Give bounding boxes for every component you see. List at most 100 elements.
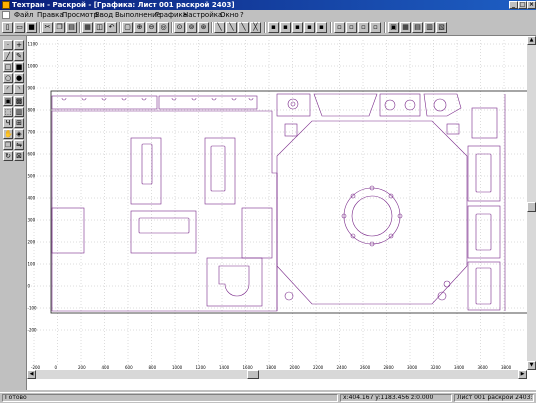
path-tool-1-icon[interactable]: ╲ <box>214 22 225 33</box>
part-tool-3-icon[interactable]: ▪ <box>292 22 303 33</box>
hand-tool-icon[interactable]: ✋ <box>3 129 13 139</box>
y-tick-label: -200 <box>28 328 38 333</box>
paste-icon[interactable]: ▤ <box>66 22 77 33</box>
y-tick-label: 800 <box>28 108 36 113</box>
zoom-window-icon[interactable]: ▢ <box>122 22 133 33</box>
zoom-prev-icon[interactable]: ⊛ <box>198 22 209 33</box>
close-button[interactable]: × <box>527 1 536 9</box>
scroll-up-button[interactable]: ▲ <box>527 36 536 45</box>
tool-layers-icon[interactable]: ▧ <box>436 22 447 33</box>
scroll-right-button[interactable]: ▶ <box>518 370 527 379</box>
zoom-fit-icon[interactable]: ⊙ <box>174 22 185 33</box>
app-icon[interactable] <box>2 1 10 9</box>
scroll-left-button[interactable]: ◀ <box>27 370 36 379</box>
menu-help[interactable]: ? <box>240 11 244 19</box>
move-tool-icon[interactable]: ◈ <box>14 129 24 139</box>
path-tool-4-icon[interactable]: ╳ <box>250 22 261 33</box>
tool-list-icon[interactable]: ▥ <box>424 22 435 33</box>
maximize-button[interactable]: □ <box>518 1 527 9</box>
menu-window[interactable]: Окно <box>220 11 239 19</box>
zoom-out-icon[interactable]: ⊖ <box>146 22 157 33</box>
array-tool-icon[interactable]: ⊠ <box>14 151 24 161</box>
main-toolbar: ▯ ▭ ■ ✂ ❐ ▤ ▦ ◫ ↶ ▢ ⊕ ⊖ ◎ ⊙ ⊚ ⊛ ╲ ╲ ╲ ╳ … <box>0 20 536 36</box>
part-flange-1 <box>276 93 311 117</box>
preview-icon[interactable]: ◫ <box>94 22 105 33</box>
part-tool-4-icon[interactable]: ▪ <box>304 22 315 33</box>
drawing-canvas[interactable]: -200 0 200 400 600 800 1000 1200 1400 1600 1800 200… <box>27 36 527 370</box>
cross-tool-icon[interactable]: + <box>14 40 24 50</box>
part-trapezoid-1 <box>313 93 378 117</box>
path-tool-3-icon[interactable]: ╲ <box>238 22 249 33</box>
small-disc-1 <box>284 291 294 301</box>
tech-tool-icon[interactable]: Ч <box>3 118 13 128</box>
zoom-in-icon[interactable]: ⊕ <box>134 22 145 33</box>
line-tool-icon[interactable]: ╱ <box>3 51 13 61</box>
point-tool-icon[interactable]: · <box>3 40 13 50</box>
menu-settings[interactable]: Настройка <box>183 11 222 19</box>
y-tick-label: 200 <box>28 240 36 245</box>
circle-tool-icon[interactable]: ○ <box>3 73 13 83</box>
menu-edit[interactable]: Правка <box>37 11 64 19</box>
fill-tool-icon[interactable]: ■ <box>14 62 24 72</box>
disc-tool-icon[interactable]: ● <box>14 73 24 83</box>
print-icon[interactable]: ▦ <box>82 22 93 33</box>
status-sheet: Лист 001 раскрой 2403:122 <box>454 394 534 402</box>
minimize-button[interactable]: _ <box>509 1 518 9</box>
nest-tool-3-icon[interactable]: ▫ <box>358 22 369 33</box>
menu-view[interactable]: Просмотр <box>62 11 98 19</box>
menu-input[interactable]: Ввод <box>95 11 113 19</box>
path-tool-2-icon[interactable]: ╲ <box>226 22 237 33</box>
part-tool-icon[interactable]: ▩ <box>14 96 24 106</box>
nesting-layout <box>50 90 527 314</box>
tool-grid-icon[interactable]: ▦ <box>400 22 411 33</box>
nest-tool-2-icon[interactable]: ▫ <box>346 22 357 33</box>
rotate-tool-icon[interactable]: ↻ <box>3 151 13 161</box>
vertical-scroll-thumb[interactable] <box>527 202 536 212</box>
horizontal-scrollbar[interactable]: ◀ ▶ <box>27 370 527 379</box>
nest-tool-4-icon[interactable]: ▫ <box>370 22 381 33</box>
part-tool-5-icon[interactable]: ▪ <box>316 22 327 33</box>
rect-tool-icon[interactable]: □ <box>3 62 13 72</box>
y-tick-label: 100 <box>28 262 36 267</box>
undo-icon[interactable]: ↶ <box>106 22 117 33</box>
nest-tool-1-icon[interactable]: ▫ <box>334 22 345 33</box>
part-right-notch <box>241 207 273 259</box>
part-tool-1-icon[interactable]: ▪ <box>268 22 279 33</box>
part-tool-2-icon[interactable]: ▪ <box>280 22 291 33</box>
vertical-scrollbar[interactable]: ▲ ▼ <box>527 36 536 370</box>
measure-tool-icon[interactable]: ⊞ <box>14 118 24 128</box>
y-tick-label: 1000 <box>28 64 39 69</box>
select-tool-icon[interactable]: ⬚ <box>3 107 13 117</box>
small-disc-3 <box>443 280 451 288</box>
scroll-down-button[interactable]: ▼ <box>527 361 536 370</box>
small-piece-2 <box>446 123 460 135</box>
octagon-hole-inner <box>351 195 393 237</box>
copy-icon[interactable]: ❐ <box>54 22 65 33</box>
fillet-tool-icon[interactable]: ◝ <box>14 84 24 94</box>
mirror-tool-icon[interactable]: ⇋ <box>14 140 24 150</box>
left-toolbar: · + ╱ ✎ □ ■ ○ ● ◜ ◝ ▣ ▩ ⬚ ▥ Ч ⊞ ✋ ◈ ❐ ⇋ … <box>0 36 27 390</box>
doc-system-icon[interactable] <box>2 11 10 19</box>
sheet-outline <box>50 90 527 314</box>
copy-tool-icon[interactable]: ❐ <box>3 140 13 150</box>
y-tick-label: 600 <box>28 152 36 157</box>
align-tool-icon[interactable]: ▥ <box>14 107 24 117</box>
pen-tool-icon[interactable]: ✎ <box>14 51 24 61</box>
tool-table-icon[interactable]: ▤ <box>412 22 423 33</box>
save-icon[interactable]: ■ <box>26 22 37 33</box>
horizontal-scroll-thumb[interactable] <box>247 370 259 379</box>
contour-tool-icon[interactable]: ▣ <box>3 96 13 106</box>
tool-settings-icon[interactable]: ▣ <box>388 22 399 33</box>
part-flange-3 <box>423 93 462 117</box>
arc-tool-icon[interactable]: ◜ <box>3 84 13 94</box>
cut-icon[interactable]: ✂ <box>42 22 53 33</box>
cutout-2 <box>204 137 236 205</box>
drawing-area[interactable]: -200 0 200 400 600 800 1000 1200 1400 1600 1800 200… <box>27 36 536 390</box>
zoom-extents-icon[interactable]: ⊚ <box>186 22 197 33</box>
menu-file[interactable]: Файл <box>14 11 33 19</box>
octagon-hole-outer <box>343 187 401 245</box>
new-file-icon[interactable]: ▯ <box>2 22 13 33</box>
cutout-1 <box>130 137 162 205</box>
open-file-icon[interactable]: ▭ <box>14 22 25 33</box>
zoom-all-icon[interactable]: ◎ <box>158 22 169 33</box>
